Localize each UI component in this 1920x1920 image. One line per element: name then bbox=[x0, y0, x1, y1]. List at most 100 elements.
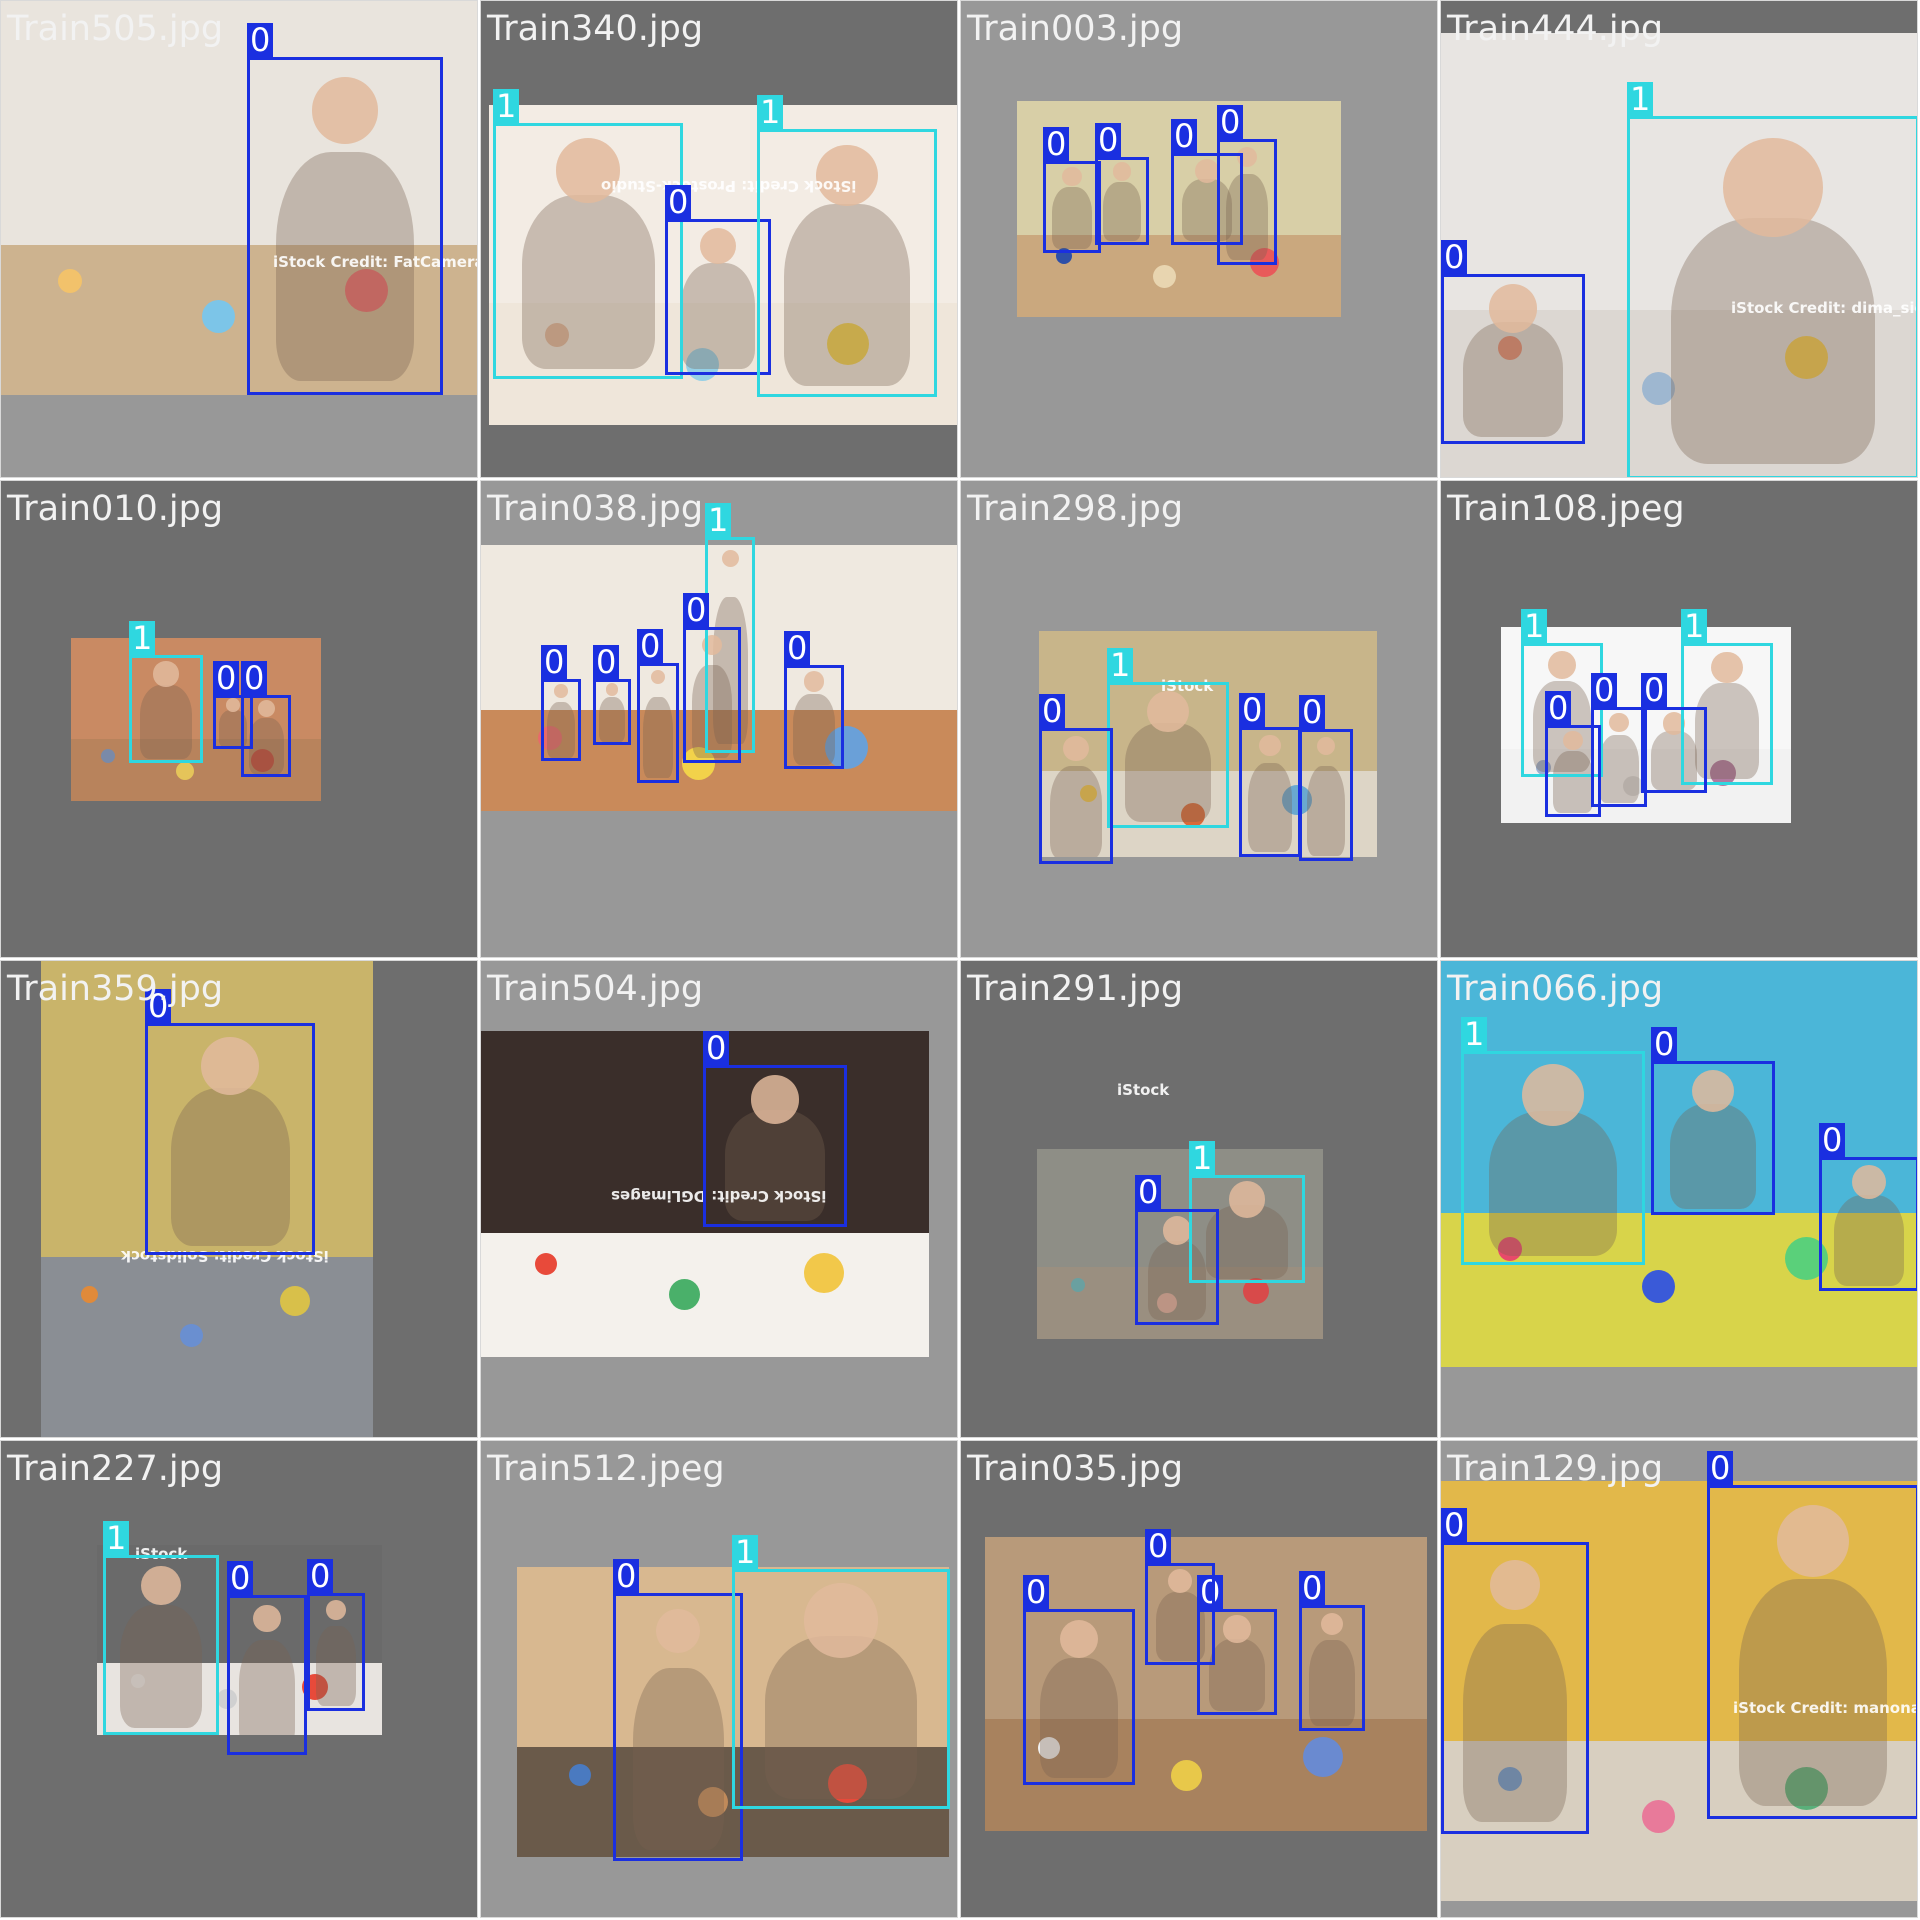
class-label-tag: 0 bbox=[247, 23, 274, 57]
child-bounding-box: 0 bbox=[1023, 1575, 1135, 1785]
image-filename-label: Train298.jpg bbox=[967, 489, 1184, 529]
mosaic-tile: 0 0 0 0 Train003.jpg bbox=[960, 0, 1438, 478]
class-label-tag: 0 bbox=[1095, 123, 1122, 157]
class-label-tag: 1 bbox=[1681, 609, 1708, 643]
mosaic-tile: 0 1 Train512.jpeg bbox=[480, 1440, 958, 1918]
photo-toy bbox=[569, 1764, 591, 1786]
class-label-tag: 0 bbox=[227, 1561, 254, 1595]
child-bounding-box: 0 bbox=[1299, 1571, 1365, 1731]
detection-mosaic-grid: iStock Credit: FatCamera 0 Train505.jpg iSt… bbox=[0, 0, 1920, 1920]
class-label-tag: 0 bbox=[683, 593, 710, 627]
child-bounding-box: 0 bbox=[613, 1559, 743, 1861]
class-label-tag: 0 bbox=[613, 1559, 640, 1593]
mosaic-tile: iStock Credit: Solidstock 0 Train359.jpg bbox=[0, 960, 478, 1438]
child-bounding-box: 0 bbox=[241, 661, 291, 777]
photo-toy bbox=[81, 1286, 98, 1303]
class-label-tag: 1 bbox=[705, 503, 732, 537]
adult-bounding-box: 1 bbox=[1107, 648, 1229, 828]
child-bounding-box: 0 bbox=[1591, 673, 1647, 807]
class-label-tag: 0 bbox=[145, 989, 172, 1023]
istock-watermark: iStock bbox=[1117, 1081, 1170, 1099]
class-label-tag: 1 bbox=[757, 95, 784, 129]
child-bounding-box: 0 bbox=[1441, 240, 1585, 444]
mosaic-tile: iStock 1 0 0 Train227.jpg bbox=[0, 1440, 478, 1918]
image-filename-label: Train227.jpg bbox=[7, 1449, 224, 1489]
mosaic-tile: 1 0 0 0 0 0 Train038.jpg bbox=[480, 480, 958, 958]
class-label-tag: 0 bbox=[1707, 1451, 1734, 1485]
class-label-tag: 0 bbox=[1641, 673, 1668, 707]
class-label-tag: 0 bbox=[1591, 673, 1618, 707]
image-filename-label: Train504.jpg bbox=[487, 969, 704, 1009]
image-filename-label: Train010.jpg bbox=[7, 489, 224, 529]
class-label-tag: 0 bbox=[1171, 119, 1198, 153]
child-bounding-box: 0 bbox=[227, 1561, 307, 1755]
class-label-tag: 0 bbox=[1239, 693, 1266, 727]
child-bounding-box: 0 bbox=[784, 631, 844, 769]
child-bounding-box: 0 bbox=[541, 645, 581, 761]
class-label-tag: 0 bbox=[1819, 1123, 1846, 1157]
class-label-tag: 0 bbox=[1043, 127, 1070, 161]
photo-toy bbox=[535, 1253, 557, 1275]
class-label-tag: 0 bbox=[1023, 1575, 1050, 1609]
class-label-tag: 0 bbox=[1217, 105, 1244, 139]
child-bounding-box: 0 bbox=[1651, 1027, 1775, 1215]
child-bounding-box: 0 bbox=[1239, 693, 1301, 857]
class-label-tag: 0 bbox=[307, 1559, 334, 1593]
class-label-tag: 0 bbox=[241, 661, 268, 695]
class-label-tag: 0 bbox=[1545, 691, 1572, 725]
class-label-tag: 0 bbox=[703, 1031, 730, 1065]
mosaic-tile: 1 1 0 0 0 Train108.jpeg bbox=[1440, 480, 1918, 958]
adult-bounding-box: 1 bbox=[1461, 1017, 1645, 1265]
child-bounding-box: 0 bbox=[1641, 673, 1707, 793]
image-filename-label: Train035.jpg bbox=[967, 1449, 1184, 1489]
mosaic-tile: iStock Credit: DGLimages 0 Train504.jpg bbox=[480, 960, 958, 1438]
child-bounding-box: 0 bbox=[1819, 1123, 1917, 1291]
class-label-tag: 0 bbox=[1651, 1027, 1678, 1061]
photo-toy bbox=[1642, 1800, 1675, 1833]
photo-toy bbox=[804, 1253, 844, 1293]
class-label-tag: 0 bbox=[541, 645, 568, 679]
photo-floor bbox=[41, 1257, 373, 1437]
mosaic-tile: iStock 1 0 0 0 Train298.jpg bbox=[960, 480, 1438, 958]
class-label-tag: 1 bbox=[493, 89, 520, 123]
class-label-tag: 0 bbox=[1299, 1571, 1326, 1605]
child-bounding-box: 0 bbox=[1043, 127, 1101, 253]
class-label-tag: 0 bbox=[784, 631, 811, 665]
child-bounding-box: 0 bbox=[1095, 123, 1149, 245]
class-label-tag: 1 bbox=[1107, 648, 1134, 682]
mosaic-tile: 1 0 0 Train010.jpg bbox=[0, 480, 478, 958]
adult-bounding-box: 1 bbox=[493, 89, 683, 379]
class-label-tag: 0 bbox=[1145, 1529, 1172, 1563]
image-filename-label: Train003.jpg bbox=[967, 9, 1184, 49]
child-bounding-box: 0 bbox=[1707, 1451, 1917, 1819]
child-bounding-box: 0 bbox=[1135, 1175, 1219, 1325]
adult-bounding-box: 1 bbox=[129, 621, 203, 763]
mosaic-tile: 1 0 0 Train066.jpg bbox=[1440, 960, 1918, 1438]
class-label-tag: 1 bbox=[1461, 1017, 1488, 1051]
photo-toy bbox=[1303, 1737, 1343, 1777]
mosaic-tile: 0 0 0 0 Train035.jpg bbox=[960, 1440, 1438, 1918]
adult-bounding-box: 1 bbox=[103, 1521, 219, 1735]
child-bounding-box: 0 bbox=[1217, 105, 1277, 265]
mosaic-tile: iStock Credit: dima_sidelnikov10Train444… bbox=[1440, 0, 1918, 478]
class-label-tag: 1 bbox=[129, 621, 156, 655]
child-bounding-box: 0 bbox=[145, 989, 315, 1255]
adult-bounding-box: 1 bbox=[757, 95, 937, 397]
child-bounding-box: 0 bbox=[593, 645, 631, 745]
photo-toy bbox=[202, 300, 235, 333]
photo-toy bbox=[1153, 265, 1176, 288]
child-bounding-box: 0 bbox=[637, 629, 679, 783]
image-filename-label: Train038.jpg bbox=[487, 489, 704, 529]
child-bounding-box: 0 bbox=[1039, 694, 1113, 864]
class-label-tag: 0 bbox=[665, 185, 692, 219]
image-filename-label: Train340.jpg bbox=[487, 9, 704, 49]
adult-bounding-box: 1 bbox=[1627, 82, 1917, 477]
class-label-tag: 0 bbox=[1441, 240, 1468, 274]
mosaic-tile: iStock Credit: Prostock-Studio 1 0 1 Train34… bbox=[480, 0, 958, 478]
class-label-tag: 1 bbox=[732, 1535, 759, 1569]
photo-toy bbox=[1642, 1270, 1675, 1303]
class-label-tag: 0 bbox=[1299, 695, 1326, 729]
adult-bounding-box: 1 bbox=[732, 1535, 950, 1809]
child-bounding-box: 0 bbox=[307, 1559, 365, 1711]
photo-floor bbox=[481, 1233, 929, 1357]
